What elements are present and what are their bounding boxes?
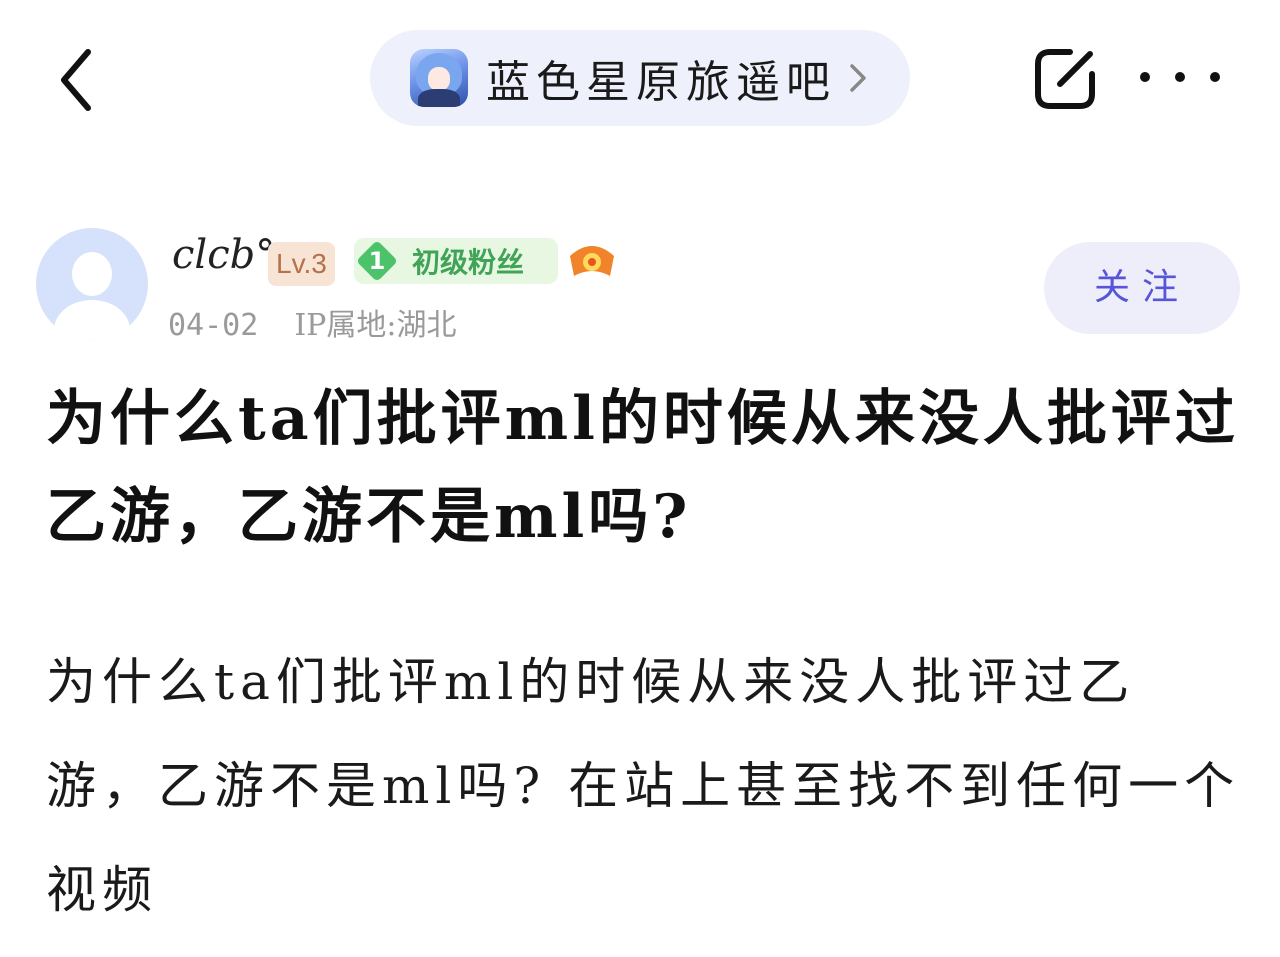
post-meta: 04-02 IP属地:湖北 xyxy=(168,300,456,344)
post-title: 为什么ta们批评ml的时候从来没人批评过乙游，乙游不是ml吗? xyxy=(46,384,1239,552)
user-avatar[interactable] xyxy=(36,228,148,340)
forum-avatar xyxy=(410,49,468,107)
medal-icon xyxy=(570,246,614,276)
author-row: clcb° Lv.3 1 初级粉丝 04-02 IP属地:湖北 关注 xyxy=(0,220,1280,350)
chevron-right-icon xyxy=(850,64,866,92)
post-body: 为什么ta们批评ml的时候从来没人批评过乙游，乙游不是ml吗? 在站上甚至找不到… xyxy=(46,653,1241,919)
ip-location: IP属地:湖北 xyxy=(294,308,457,343)
username[interactable]: clcb° xyxy=(172,232,275,278)
level-badge: Lv.3 xyxy=(268,242,335,286)
more-options-icon[interactable] xyxy=(1140,52,1220,102)
forum-name: 蓝色星原旅遥吧 xyxy=(486,57,836,108)
forum-entry-button[interactable]: 蓝色星原旅遥吧 xyxy=(370,30,910,126)
top-bar: 蓝色星原旅遥吧 xyxy=(0,0,1280,160)
fan-level-label: 初级粉丝 xyxy=(412,246,525,279)
edit-icon[interactable] xyxy=(1030,44,1100,114)
post-date: 04-02 xyxy=(168,308,259,343)
fan-level-number: 1 xyxy=(354,238,402,284)
follow-button[interactable]: 关注 xyxy=(1044,242,1240,334)
fan-level-badge: 1 初级粉丝 xyxy=(354,238,558,284)
back-arrow-icon[interactable] xyxy=(50,40,110,120)
